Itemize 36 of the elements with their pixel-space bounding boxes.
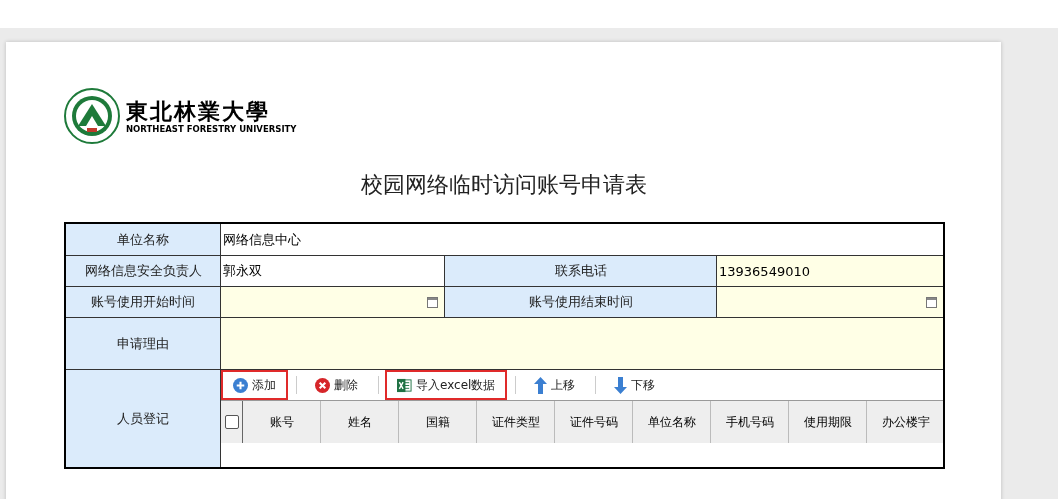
date-field[interactable] [221, 287, 444, 317]
column-header[interactable]: 姓名 [321, 401, 399, 443]
university-emblem-icon [64, 88, 120, 144]
column-header[interactable]: 证件类型 [477, 401, 555, 443]
column-header[interactable]: 办公楼宇 [867, 401, 943, 443]
column-header[interactable]: 使用期限 [789, 401, 867, 443]
field-label: 账号使用开始时间 [66, 287, 221, 317]
column-header[interactable]: 国籍 [399, 401, 477, 443]
column-header[interactable]: 账号 [243, 401, 321, 443]
reason-field[interactable] [221, 318, 943, 369]
field-label: 单位名称 [66, 224, 221, 255]
university-name: 東北林業大學 [126, 97, 271, 124]
checkbox[interactable] [224, 415, 239, 429]
toolbar-button[interactable]: 上移 [522, 370, 588, 400]
column-header[interactable]: 单位名称 [633, 401, 711, 443]
field-label: 账号使用结束时间 [444, 287, 717, 317]
phone-field[interactable]: 13936549010 [717, 256, 943, 286]
field-label: 申请理由 [66, 318, 221, 369]
calendar-icon[interactable] [926, 296, 937, 308]
spreadsheet-icon [397, 377, 412, 393]
form-title: 校园网络临时访问账号申请表 [360, 171, 648, 199]
column-header[interactable]: 证件号码 [555, 401, 633, 443]
down-arrow-icon [614, 376, 628, 394]
toolbar-button[interactable]: 下移 [602, 370, 668, 400]
toolbar-button[interactable]: 添加 [221, 370, 288, 400]
up-arrow-icon [534, 376, 548, 394]
field-label: 人员登记 [66, 370, 221, 467]
date-field[interactable] [717, 287, 943, 317]
column-header[interactable]: 手机号码 [711, 401, 789, 443]
calendar-icon[interactable] [427, 296, 438, 308]
field-label: 网络信息安全负责人 [66, 256, 221, 286]
plus-icon [233, 377, 248, 393]
university-name-english: NORTHEAST FORESTRY UNIVERSITY [126, 123, 297, 135]
field-label: 联系电话 [444, 256, 717, 286]
toolbar-button[interactable]: 删除 [303, 370, 370, 400]
close-icon [315, 377, 330, 393]
